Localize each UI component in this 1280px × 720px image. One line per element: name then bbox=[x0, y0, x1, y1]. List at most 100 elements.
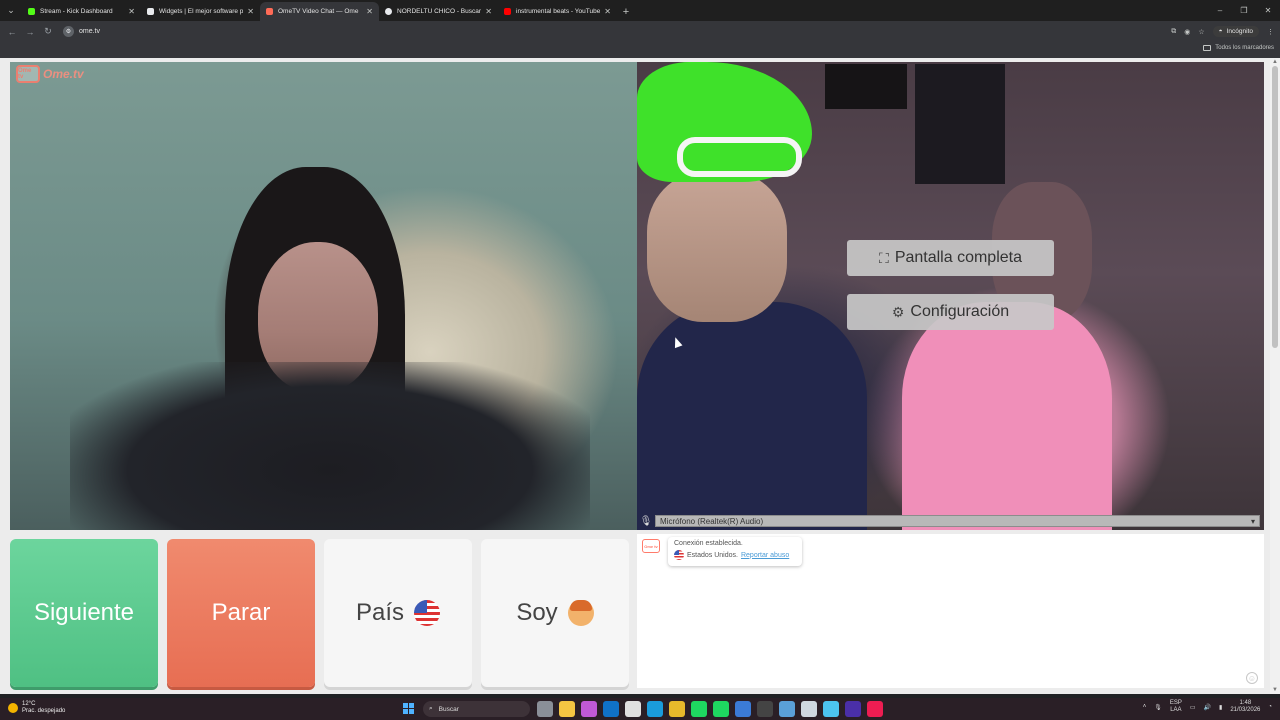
all-bookmarks-button[interactable]: Todos los marcadores bbox=[1203, 45, 1274, 51]
reload-icon[interactable]: ↻ bbox=[39, 21, 57, 42]
us-flag-icon bbox=[414, 600, 441, 626]
battery-icon[interactable]: ▮ bbox=[1219, 704, 1222, 711]
minimize-icon[interactable]: – bbox=[1208, 0, 1232, 21]
url-text: ome.tv bbox=[79, 28, 101, 35]
forward-arrow-icon[interactable]: → bbox=[21, 21, 39, 42]
microphone-icon: 🎙 bbox=[639, 515, 653, 527]
windows-start-icon[interactable] bbox=[403, 703, 414, 714]
app-icon[interactable] bbox=[845, 701, 861, 717]
tab-title: instrumental beats - YouTube bbox=[516, 8, 601, 15]
chrome-icon[interactable] bbox=[669, 701, 685, 717]
close-tab-icon[interactable]: ✕ bbox=[247, 7, 254, 16]
tiktok-icon[interactable] bbox=[867, 701, 883, 717]
clock[interactable]: 1:48 21/03/2026 bbox=[1230, 700, 1260, 714]
youtube-favicon-icon bbox=[504, 8, 511, 15]
tab-google-search[interactable]: NORDELTU CHICO - Buscar con ✕ bbox=[379, 2, 498, 21]
close-window-icon[interactable]: ✕ bbox=[1256, 0, 1280, 21]
weather-widget[interactable]: 12°C Prac. despejado bbox=[8, 701, 65, 715]
spotify-icon[interactable] bbox=[691, 701, 707, 717]
close-tab-icon[interactable]: ✕ bbox=[604, 7, 611, 16]
video-person-right bbox=[902, 302, 1112, 530]
stop-button[interactable]: Parar bbox=[167, 539, 315, 687]
app-icon[interactable] bbox=[823, 701, 839, 717]
address-bar[interactable]: ⚙ ome.tv bbox=[63, 24, 100, 39]
video-subject-body bbox=[70, 362, 590, 530]
video-person-left-face bbox=[647, 172, 787, 322]
stop-label: Parar bbox=[211, 599, 271, 626]
gender-button[interactable]: Soy bbox=[481, 539, 629, 687]
search-placeholder: Buscar bbox=[438, 705, 459, 713]
scroll-thumb[interactable] bbox=[1272, 66, 1278, 348]
toolbar-actions: ⧉ ◉ ☆ ◓ Incógnito ⋮ bbox=[1171, 21, 1274, 42]
tab-title: NORDELTU CHICO - Buscar con bbox=[397, 8, 482, 15]
menu-kebab-icon[interactable]: ⋮ bbox=[1267, 28, 1274, 36]
app-icon[interactable] bbox=[581, 701, 597, 717]
outlook-icon[interactable] bbox=[603, 701, 619, 717]
taskbar-search[interactable]: ⌕ Buscar bbox=[423, 701, 530, 717]
microphone-tray-icon[interactable]: 🎙 bbox=[1154, 704, 1162, 711]
scroll-down-icon[interactable]: ▼ bbox=[1270, 686, 1280, 694]
partner-country: Estados Unidos. bbox=[687, 551, 738, 559]
gear-icon: ⚙ bbox=[891, 303, 905, 320]
settings-label: Configuración bbox=[910, 303, 1010, 320]
incognito-label: Incógnito bbox=[1226, 28, 1253, 35]
system-tray: ˄ 🎙 ESP LAA ▭ 🔊 ▮ 1:48 21/03/2026 ◔ bbox=[1143, 700, 1272, 714]
file-explorer-icon[interactable] bbox=[559, 701, 575, 717]
settings-button[interactable]: ⚙ Configuración bbox=[847, 294, 1054, 330]
close-tab-icon[interactable]: ✕ bbox=[366, 7, 373, 16]
maximize-icon[interactable]: ❐ bbox=[1232, 0, 1256, 21]
microphone-selected: Micrófono (Realtek(R) Audio) bbox=[660, 516, 764, 526]
country-button[interactable]: País bbox=[324, 539, 472, 687]
task-view-icon[interactable] bbox=[537, 701, 553, 717]
ometv-favicon-icon bbox=[266, 8, 273, 15]
sun-weather-icon bbox=[8, 703, 18, 713]
partner-video bbox=[10, 62, 637, 530]
country-label: País bbox=[355, 599, 405, 626]
microphone-select[interactable]: Micrófono (Realtek(R) Audio) ▾ bbox=[655, 515, 1260, 527]
search-icon: ⌕ bbox=[429, 705, 433, 712]
language-indicator[interactable]: ESP LAA bbox=[1170, 700, 1182, 714]
scroll-up-icon[interactable]: ▲ bbox=[1270, 58, 1280, 66]
weather-temp: 12°C bbox=[22, 701, 36, 707]
language-code: ESP bbox=[1169, 700, 1182, 706]
volume-icon[interactable]: 🔊 bbox=[1204, 704, 1211, 711]
tab-ometv[interactable]: OmeTV Video Chat — Ome ✕ bbox=[260, 2, 379, 21]
ometv-chat-avatar-icon: Ome tv bbox=[642, 539, 660, 553]
tab-search-icon[interactable]: ⌄ bbox=[0, 0, 22, 21]
tracking-eye-icon[interactable]: ◉ bbox=[1184, 28, 1190, 36]
fullscreen-icon: ⛶ bbox=[879, 249, 889, 266]
bookmark-star-icon[interactable]: ☆ bbox=[1198, 28, 1204, 36]
tab-youtube[interactable]: instrumental beats - YouTube ✕ bbox=[498, 2, 617, 21]
tab-kick[interactable]: Stream - Kick Dashboard ✕ bbox=[22, 2, 141, 21]
network-icon[interactable]: ▭ bbox=[1190, 704, 1196, 711]
edge-icon[interactable] bbox=[647, 701, 663, 717]
app-icon[interactable] bbox=[801, 701, 817, 717]
next-button[interactable]: Siguiente bbox=[10, 539, 158, 687]
emoji-icon[interactable]: ☺ bbox=[1246, 672, 1258, 684]
windows-taskbar: 12°C Prac. despejado ⌕ Buscar ˄ 🎙 ESP LA… bbox=[0, 698, 1280, 720]
tab-widgets[interactable]: Widgets | El mejor software pa ✕ bbox=[141, 2, 260, 21]
notepad-icon[interactable] bbox=[735, 701, 751, 717]
window-controls: – ❐ ✕ bbox=[1208, 0, 1280, 21]
store-icon[interactable] bbox=[625, 701, 641, 717]
close-tab-icon[interactable]: ✕ bbox=[128, 7, 135, 16]
connection-status: Conexión establecida. bbox=[674, 540, 743, 547]
spotify-icon[interactable] bbox=[713, 701, 729, 717]
page-scrollbar[interactable]: ▲ ▼ bbox=[1270, 58, 1280, 694]
chevron-up-icon[interactable]: ˄ bbox=[1143, 704, 1147, 710]
translate-icon[interactable]: ⧉ bbox=[1171, 28, 1176, 36]
site-info-icon[interactable]: ⚙ bbox=[63, 26, 74, 37]
new-tab-button[interactable]: + bbox=[617, 2, 635, 21]
video-white-glasses bbox=[677, 137, 802, 177]
close-tab-icon[interactable]: ✕ bbox=[485, 7, 492, 16]
obs-icon[interactable] bbox=[757, 701, 773, 717]
fullscreen-button[interactable]: ⛶ Pantalla completa bbox=[847, 240, 1054, 276]
video-person-left bbox=[637, 302, 867, 530]
next-label: Siguiente bbox=[33, 599, 135, 626]
report-abuse-link[interactable]: Reportar abuso bbox=[741, 552, 789, 559]
back-arrow-icon[interactable]: ← bbox=[3, 21, 21, 42]
notification-bell-icon[interactable]: ◔ bbox=[1268, 704, 1272, 710]
app-icon[interactable] bbox=[779, 701, 795, 717]
incognito-badge[interactable]: ◓ Incógnito bbox=[1212, 26, 1259, 37]
boy-emoji-icon bbox=[567, 600, 594, 626]
